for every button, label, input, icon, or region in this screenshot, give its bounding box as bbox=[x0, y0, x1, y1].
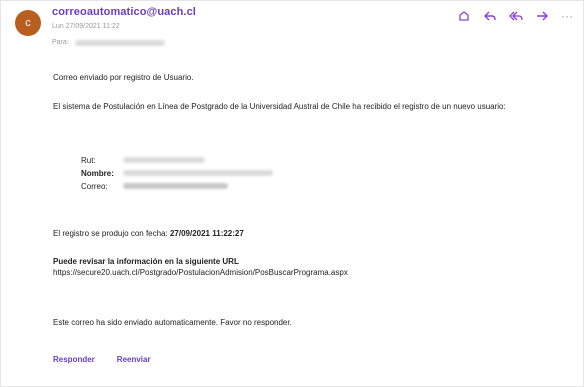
registered-date: 27/09/2021 11:22:27 bbox=[169, 229, 244, 238]
message-toolbar: ··· bbox=[457, 9, 573, 23]
forward-button[interactable]: Reenviar bbox=[117, 355, 151, 364]
redacted-value bbox=[123, 183, 228, 189]
avatar-letter: c bbox=[25, 17, 31, 29]
footer-note: Este correo ha sido enviado automaticame… bbox=[53, 318, 292, 327]
field-label: Rut: bbox=[81, 155, 96, 165]
reply-all-icon[interactable] bbox=[509, 9, 523, 23]
body-paragraph: El sistema de Postulación en Línea de Po… bbox=[53, 102, 506, 111]
field-label: Correo: bbox=[81, 181, 108, 191]
sender-address[interactable]: correoautomatico@uach.cl bbox=[52, 6, 196, 18]
intro-text: Correo enviado por registro de Usuario. bbox=[53, 73, 194, 82]
field-nombre: Nombre: bbox=[81, 167, 273, 179]
redacted-value bbox=[123, 157, 205, 163]
field-label: Nombre: bbox=[81, 168, 114, 178]
field-correo: Correo: bbox=[81, 180, 273, 192]
reply-icon[interactable] bbox=[483, 9, 497, 23]
recipient-row: Para: bbox=[52, 39, 165, 46]
review-url[interactable]: https://secure20.uach.cl/Postgrado/Postu… bbox=[53, 267, 348, 279]
reply-actions: Responder Reenviar bbox=[53, 355, 151, 364]
registered-prefix: El registro se produjo con fecha: bbox=[53, 229, 168, 238]
redacted-recipient bbox=[74, 39, 165, 46]
avatar: c bbox=[15, 10, 41, 36]
more-icon[interactable]: ··· bbox=[561, 9, 573, 23]
registered-line: El registro se produjo con fecha: 27/09/… bbox=[53, 228, 244, 240]
field-rut: Rut: bbox=[81, 154, 273, 166]
user-fields: Rut: Nombre: Correo: bbox=[81, 154, 273, 193]
forward-icon[interactable] bbox=[535, 9, 549, 23]
redacted-value bbox=[123, 170, 273, 176]
email-date: Lun 27/09/2021 11:22 bbox=[52, 23, 120, 30]
reply-button[interactable]: Responder bbox=[53, 355, 95, 364]
email-reading-pane: c correoautomatico@uach.cl Lun 27/09/202… bbox=[0, 0, 584, 387]
sticker-icon[interactable] bbox=[457, 9, 471, 23]
to-label: Para: bbox=[52, 39, 69, 46]
